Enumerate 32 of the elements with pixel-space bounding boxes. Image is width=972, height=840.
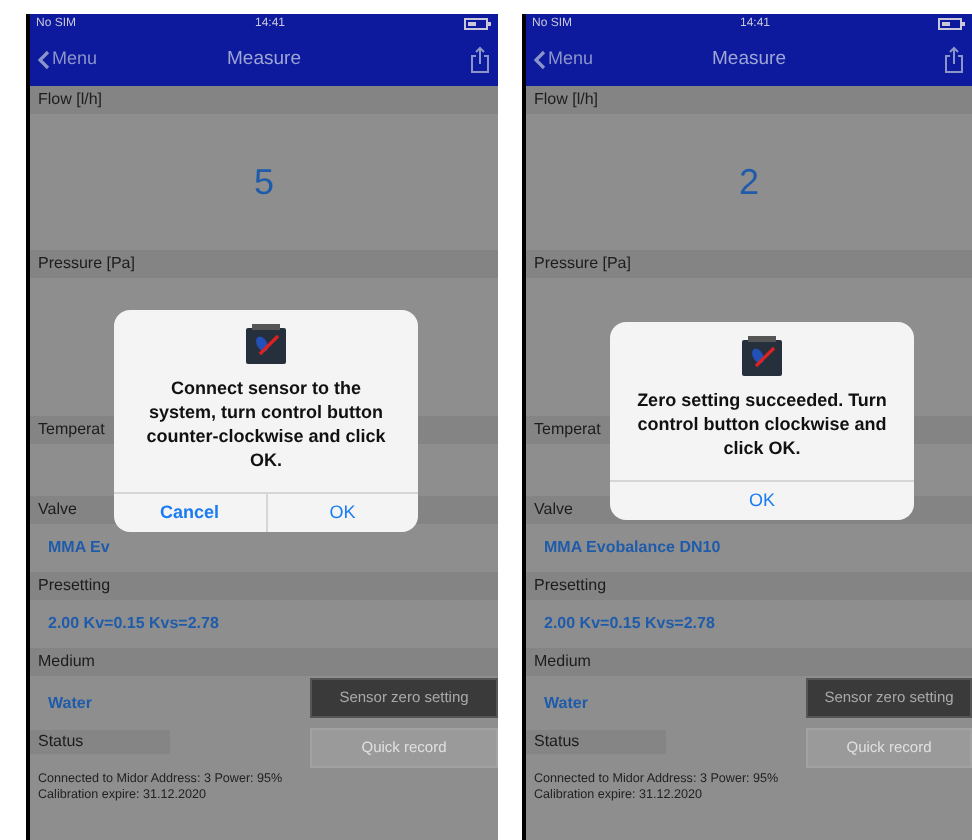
status-label: Status xyxy=(30,730,170,754)
flow-value: 5 xyxy=(253,159,274,205)
flow-value: 2 xyxy=(738,159,759,205)
sensor-device-icon xyxy=(246,324,286,364)
share-icon[interactable] xyxy=(944,46,964,74)
back-button[interactable]: Menu xyxy=(38,46,98,74)
section-header: Pressure [Pa] xyxy=(30,250,498,278)
dialog-action-button[interactable]: OK xyxy=(265,494,418,532)
section-header: Presetting xyxy=(30,572,498,600)
presetting-value: 2.00 Kv=0.15 Kvs=2.78 xyxy=(48,612,219,636)
chevron-left-icon xyxy=(534,50,546,70)
presetting-value: 2.00 Kv=0.15 Kvs=2.78 xyxy=(544,612,715,636)
medium-value: Water xyxy=(544,691,588,715)
dialog-action-button[interactable]: OK xyxy=(610,482,914,520)
section-header: Flow [l/h] xyxy=(30,86,498,114)
section-header: Flow [l/h] xyxy=(526,86,972,114)
back-button[interactable]: Menu xyxy=(534,46,594,74)
section-header: Medium xyxy=(526,648,972,676)
battery-icon xyxy=(464,18,492,30)
share-icon[interactable] xyxy=(470,46,490,74)
chevron-left-icon xyxy=(38,50,50,70)
sensor-device-icon xyxy=(742,336,782,376)
valve-value: MMA Evobalance DN10 xyxy=(544,536,721,560)
status-label: Status xyxy=(526,730,666,754)
battery-icon xyxy=(938,18,966,30)
nav-title: Measure xyxy=(227,45,301,74)
nav-title: Measure xyxy=(712,45,786,74)
section-header: Medium xyxy=(30,648,498,676)
valve-value: MMA Ev xyxy=(48,536,110,560)
medium-value: Water xyxy=(48,691,92,715)
section-header: Pressure [Pa] xyxy=(526,250,972,278)
section-header: Presetting xyxy=(526,572,972,600)
